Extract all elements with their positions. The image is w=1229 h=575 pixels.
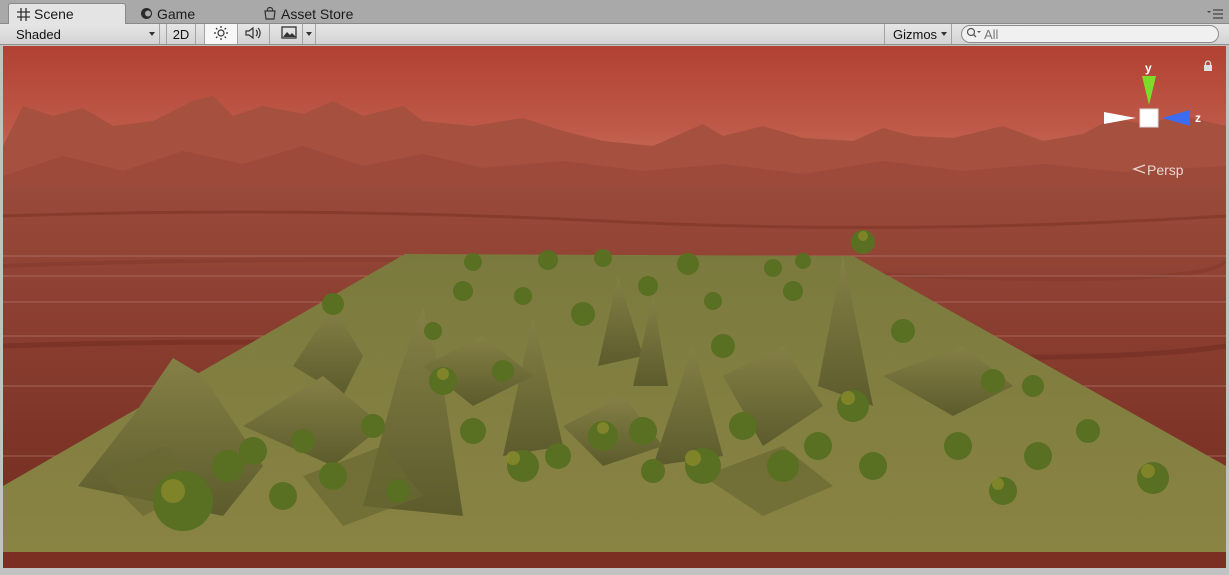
tab-label: Game [157, 5, 196, 22]
scene-window: Scene Game Asset Store Shaded 2D Gizmos … [0, 0, 1229, 575]
tab-scene[interactable]: Scene [8, 3, 126, 24]
scene-search-field[interactable] [961, 25, 1219, 43]
2d-toggle-button[interactable]: 2D [166, 24, 196, 44]
y-axis-label: y [1145, 61, 1152, 75]
x-axis-cone[interactable] [1104, 112, 1136, 124]
chevron-down-icon [306, 32, 312, 36]
image-icon [281, 26, 297, 42]
speaker-icon [244, 26, 263, 43]
projection-label: Persp [1147, 162, 1184, 178]
scene-toolbar: Shaded 2D Gizmos [0, 24, 1229, 45]
tab-game[interactable]: Game [138, 3, 195, 24]
projection-toggle[interactable]: Persp [1131, 162, 1184, 178]
search-input[interactable] [984, 26, 1184, 42]
tab-menu-icon[interactable] [1207, 8, 1223, 20]
tab-asset-store[interactable]: Asset Store [262, 3, 353, 24]
center-cube[interactable] [1139, 108, 1159, 128]
effects-toggle[interactable] [276, 24, 302, 44]
tab-label: Scene [34, 6, 74, 22]
2d-label: 2D [172, 26, 190, 42]
scene-viewport[interactable]: y z Persp [3, 46, 1226, 568]
game-icon [138, 6, 154, 22]
chevron-down-icon [149, 32, 155, 36]
chevron-down-icon [941, 32, 947, 36]
bottom-border [0, 568, 1229, 575]
sun-icon [213, 25, 229, 44]
store-icon [262, 6, 278, 22]
tab-label: Asset Store [281, 5, 354, 22]
scene-render [3, 46, 1226, 568]
y-axis-cone[interactable] [1142, 76, 1156, 105]
chevron-left-icon [1131, 162, 1147, 178]
effects-dropdown[interactable] [302, 24, 316, 44]
audio-toggle[interactable] [238, 24, 270, 44]
draw-mode-dropdown[interactable]: Shaded [8, 24, 160, 44]
scene-lighting-toggle[interactable] [204, 24, 238, 44]
tab-bar: Scene Game Asset Store [0, 0, 1229, 24]
z-axis-cone[interactable] [1162, 110, 1190, 126]
draw-mode-label: Shaded [16, 26, 61, 42]
gizmos-label: Gizmos [893, 26, 938, 42]
gizmos-dropdown[interactable]: Gizmos [884, 24, 952, 44]
search-icon [966, 27, 982, 42]
z-axis-label: z [1195, 111, 1201, 125]
grid-icon [15, 6, 31, 22]
